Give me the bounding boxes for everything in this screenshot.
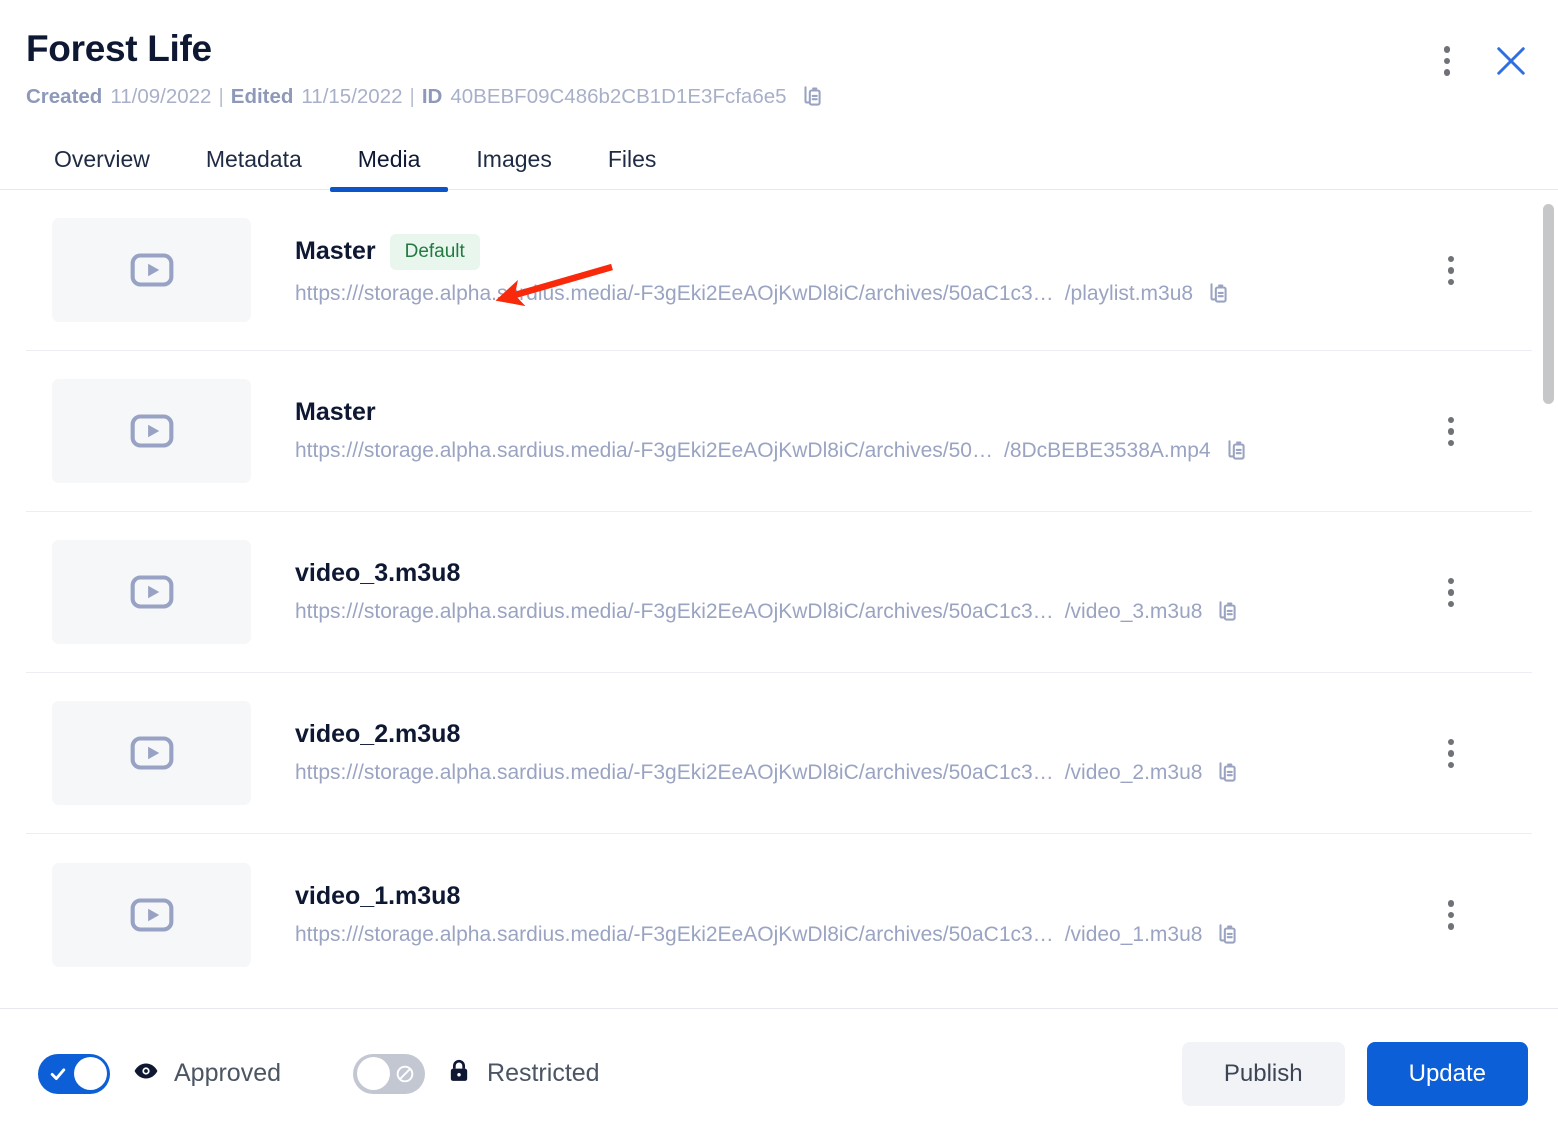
media-title: video_2.m3u8 bbox=[295, 720, 461, 749]
media-row-body: Master Default https:///storage.alpha.sa… bbox=[295, 233, 1532, 307]
toggle-knob bbox=[73, 1057, 107, 1090]
publish-button[interactable]: Publish bbox=[1181, 1041, 1345, 1106]
toggle-knob bbox=[356, 1057, 390, 1090]
media-row-title-line: video_3.m3u8 bbox=[295, 559, 1532, 588]
update-button[interactable]: Update bbox=[1366, 1041, 1528, 1106]
id-value: 40BEBF09C486b2CB1D1E3Fcfa6e5 bbox=[450, 85, 787, 109]
edited-value: 11/15/2022 bbox=[301, 85, 403, 109]
page-title: Forest Life bbox=[26, 28, 212, 69]
video-play-icon bbox=[130, 253, 173, 287]
table-row[interactable]: Master https:///storage.alpha.sardius.me… bbox=[26, 351, 1532, 513]
media-row-title-line: video_2.m3u8 bbox=[295, 720, 1532, 749]
media-row-kebab-menu-icon[interactable] bbox=[1438, 738, 1464, 768]
metadata-line: Created 11/09/2022 | Edited 11/15/2022 |… bbox=[26, 84, 1526, 110]
tab-metadata[interactable]: Metadata bbox=[178, 136, 330, 189]
media-title: Master bbox=[295, 398, 376, 427]
copy-url-icon[interactable] bbox=[1214, 599, 1240, 625]
header-kebab-menu-icon[interactable] bbox=[1434, 46, 1460, 76]
close-icon[interactable] bbox=[1490, 40, 1532, 82]
media-thumbnail[interactable] bbox=[52, 379, 251, 484]
no-entry-icon bbox=[394, 1063, 416, 1085]
approved-toggle[interactable] bbox=[38, 1053, 110, 1094]
media-list-container: Master Default https:///storage.alpha.sa… bbox=[0, 190, 1558, 1008]
copy-url-icon[interactable] bbox=[1214, 760, 1240, 786]
approved-status: Approved bbox=[132, 1057, 281, 1090]
table-row[interactable]: video_3.m3u8 https:///storage.alpha.sard… bbox=[26, 512, 1532, 674]
tab-overview[interactable]: Overview bbox=[26, 136, 178, 189]
scrollbar-track[interactable] bbox=[1543, 200, 1556, 1008]
tab-media[interactable]: Media bbox=[329, 136, 449, 192]
media-row-kebab-menu-icon[interactable] bbox=[1438, 416, 1464, 446]
video-play-icon bbox=[130, 736, 173, 770]
media-row-body: video_2.m3u8 https:///storage.alpha.sard… bbox=[295, 720, 1532, 786]
video-play-icon bbox=[130, 898, 173, 932]
restricted-toggle[interactable] bbox=[353, 1053, 426, 1094]
media-list: Master Default https:///storage.alpha.sa… bbox=[0, 190, 1558, 995]
tab-bar: Overview Metadata Media Images Files bbox=[0, 136, 1558, 192]
status-badge: Default bbox=[389, 233, 480, 270]
media-row-kebab-menu-icon[interactable] bbox=[1438, 900, 1464, 930]
header-actions bbox=[1434, 40, 1532, 82]
restricted-status: Restricted bbox=[445, 1057, 600, 1090]
table-row[interactable]: video_2.m3u8 https:///storage.alpha.sard… bbox=[26, 673, 1532, 835]
video-play-icon bbox=[130, 414, 173, 448]
media-thumbnail[interactable] bbox=[52, 540, 251, 645]
tab-files[interactable]: Files bbox=[580, 136, 685, 189]
media-url-suffix: /video_3.m3u8 bbox=[1064, 600, 1203, 624]
media-row-title-line: video_1.m3u8 bbox=[295, 882, 1532, 911]
media-row-title-line: Master bbox=[295, 398, 1532, 427]
tab-images[interactable]: Images bbox=[448, 136, 579, 189]
media-url: https:///storage.alpha.sardius.media/-F3… bbox=[295, 439, 993, 463]
copy-id-icon[interactable] bbox=[799, 84, 825, 110]
media-url-suffix: /playlist.m3u8 bbox=[1064, 281, 1194, 305]
media-url-line: https:///storage.alpha.sardius.media/-F3… bbox=[295, 599, 1532, 625]
media-url: https:///storage.alpha.sardius.media/-F3… bbox=[295, 761, 1054, 785]
modal-footer: Approved Restricted Publish Update bbox=[0, 1008, 1558, 1138]
media-thumbnail[interactable] bbox=[52, 218, 251, 323]
restricted-label: Restricted bbox=[487, 1059, 600, 1087]
media-row-body: video_3.m3u8 https:///storage.alpha.sard… bbox=[295, 559, 1532, 625]
media-url-line: https:///storage.alpha.sardius.media/-F3… bbox=[295, 438, 1532, 464]
media-url-suffix: /8DcBEBE3538A.mp4 bbox=[1003, 439, 1211, 463]
media-url: https:///storage.alpha.sardius.media/-F3… bbox=[295, 600, 1054, 624]
media-thumbnail[interactable] bbox=[52, 862, 251, 967]
meta-separator-1: | bbox=[218, 85, 224, 109]
media-title: Master bbox=[295, 237, 376, 266]
media-thumbnail[interactable] bbox=[52, 701, 251, 806]
table-row[interactable]: video_1.m3u8 https:///storage.alpha.sard… bbox=[26, 834, 1532, 995]
media-title: video_1.m3u8 bbox=[295, 881, 461, 910]
media-url: https:///storage.alpha.sardius.media/-F3… bbox=[295, 922, 1054, 946]
media-row-body: Master https:///storage.alpha.sardius.me… bbox=[295, 398, 1532, 464]
copy-url-icon[interactable] bbox=[1214, 922, 1240, 948]
eye-icon bbox=[132, 1057, 160, 1090]
media-title: video_3.m3u8 bbox=[295, 559, 461, 588]
media-url-suffix: /video_1.m3u8 bbox=[1064, 922, 1203, 946]
media-row-title-line: Master Default bbox=[295, 233, 1532, 270]
media-url: https:///storage.alpha.sardius.media/-F3… bbox=[295, 281, 1054, 305]
media-url-suffix: /video_2.m3u8 bbox=[1064, 761, 1203, 785]
media-row-kebab-menu-icon[interactable] bbox=[1438, 255, 1464, 285]
media-url-line: https:///storage.alpha.sardius.media/-F3… bbox=[295, 760, 1532, 786]
approved-label: Approved bbox=[174, 1059, 282, 1087]
media-row-body: video_1.m3u8 https:///storage.alpha.sard… bbox=[295, 882, 1532, 948]
media-detail-modal: Forest Life Created 11/09/2022 | Edited … bbox=[0, 0, 1558, 1138]
created-value: 11/09/2022 bbox=[110, 85, 212, 109]
copy-url-icon[interactable] bbox=[1205, 281, 1231, 307]
media-url-line: https:///storage.alpha.sardius.media/-F3… bbox=[295, 922, 1532, 948]
meta-separator-2: | bbox=[409, 85, 415, 109]
table-row[interactable]: Master Default https:///storage.alpha.sa… bbox=[26, 190, 1532, 352]
video-play-icon bbox=[130, 575, 173, 609]
scrollbar-thumb[interactable] bbox=[1543, 204, 1554, 405]
created-label: Created bbox=[26, 85, 103, 109]
modal-header: Forest Life Created 11/09/2022 | Edited … bbox=[0, 0, 1558, 110]
lock-icon bbox=[445, 1057, 473, 1090]
check-icon bbox=[48, 1064, 68, 1084]
id-label: ID bbox=[421, 85, 443, 109]
edited-label: Edited bbox=[230, 85, 294, 109]
media-url-line: https:///storage.alpha.sardius.media/-F3… bbox=[295, 281, 1532, 307]
media-row-kebab-menu-icon[interactable] bbox=[1438, 577, 1464, 607]
copy-url-icon[interactable] bbox=[1223, 438, 1249, 464]
